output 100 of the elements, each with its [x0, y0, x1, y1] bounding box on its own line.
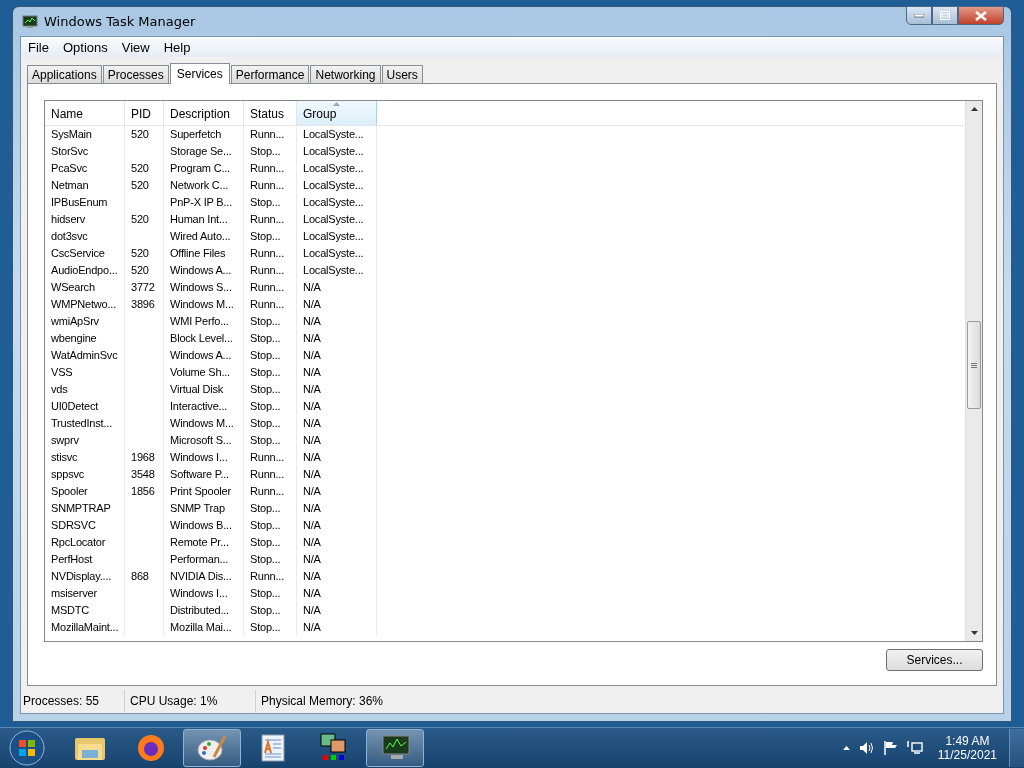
- table-cell: swprv: [51, 434, 79, 446]
- table-cell: Runn...: [250, 485, 285, 497]
- table-cell: N/A: [303, 281, 321, 293]
- table-cell: Print Spooler: [170, 485, 231, 497]
- table-cell: Netman: [51, 179, 89, 191]
- table-cell: Stop...: [250, 383, 281, 395]
- table-cell: AudioEndpo...: [51, 264, 118, 276]
- table-cell: 520: [131, 264, 149, 276]
- table-cell: WMI Perfo...: [170, 315, 229, 327]
- table-cell: LocalSyste...: [303, 179, 364, 191]
- window-title: Windows Task Manager: [44, 14, 196, 29]
- table-cell: UI0Detect: [51, 400, 99, 412]
- speaker-icon[interactable]: [858, 741, 875, 755]
- column-header[interactable]: Description: [164, 101, 244, 125]
- flag-icon[interactable]: [883, 741, 898, 755]
- table-cell: N/A: [303, 502, 321, 514]
- menu-item[interactable]: File: [23, 39, 54, 55]
- menu-item[interactable]: View: [116, 39, 155, 55]
- table-cell: msiserver: [51, 587, 97, 599]
- menu-item[interactable]: Options: [57, 39, 113, 55]
- palette-icon: [196, 733, 228, 763]
- table-cell: Stop...: [250, 519, 281, 531]
- table-cell: SDRSVC: [51, 519, 96, 531]
- clock[interactable]: 1:49 AM 11/25/2021: [931, 734, 1003, 762]
- table-cell: LocalSyste...: [303, 247, 364, 259]
- sort-arrow-icon: [333, 102, 340, 106]
- table-cell: Stop...: [250, 587, 281, 599]
- table-cell: Stop...: [250, 434, 281, 446]
- tab[interactable]: Networking: [310, 65, 381, 83]
- table-cell: LocalSyste...: [303, 128, 364, 140]
- maximize-button[interactable]: [932, 6, 958, 25]
- tab[interactable]: Performance: [230, 65, 310, 83]
- table-cell: N/A: [303, 587, 321, 599]
- table-cell: WatAdminSvc: [51, 349, 118, 361]
- table-cell: Volume Sh...: [170, 366, 230, 378]
- table-cell: SNMP Trap: [170, 502, 225, 514]
- table-cell: Runn...: [250, 179, 285, 191]
- table-cell: 1856: [131, 485, 155, 497]
- table-cell: N/A: [303, 553, 321, 565]
- table-cell: N/A: [303, 570, 321, 582]
- tab[interactable]: Applications: [27, 65, 102, 83]
- table-cell: Runn...: [250, 264, 285, 276]
- minimize-button[interactable]: [906, 6, 932, 25]
- tab[interactable]: Processes: [102, 65, 169, 83]
- table-cell: Stop...: [250, 621, 281, 633]
- scrollbar-thumb[interactable]: [967, 321, 981, 409]
- table-cell: N/A: [303, 468, 321, 480]
- services-button[interactable]: Services...: [886, 649, 983, 671]
- table-cell: Stop...: [250, 315, 281, 327]
- status-text: Physical Memory: 36%: [261, 694, 384, 708]
- network-icon[interactable]: [906, 741, 923, 755]
- column-header[interactable]: Name: [45, 101, 125, 125]
- table-cell: TrustedInst...: [51, 417, 112, 429]
- table-cell: WMPNetwo...: [51, 298, 117, 310]
- table-cell: N/A: [303, 349, 321, 361]
- tab[interactable]: Services: [169, 63, 230, 84]
- start-button[interactable]: [8, 729, 46, 767]
- table-cell: Runn...: [250, 247, 285, 259]
- table-cell: N/A: [303, 451, 321, 463]
- table-cell: 1968: [131, 451, 155, 463]
- close-button[interactable]: [958, 6, 1004, 25]
- vertical-scrollbar[interactable]: [965, 101, 982, 641]
- table-cell: Stop...: [250, 145, 281, 157]
- table-cell: Windows B...: [170, 519, 232, 531]
- table-cell: hidserv: [51, 213, 86, 225]
- table-cell: Stop...: [250, 553, 281, 565]
- taskbar-button[interactable]: [366, 729, 424, 767]
- table-cell: N/A: [303, 536, 321, 548]
- table-cell: Runn...: [250, 281, 285, 293]
- table-cell: Remote Pr...: [170, 536, 229, 548]
- table-cell: N/A: [303, 366, 321, 378]
- table-cell: stisvc: [51, 451, 78, 463]
- table-cell: N/A: [303, 485, 321, 497]
- table-cell: LocalSyste...: [303, 213, 364, 225]
- table-cell: wbengine: [51, 332, 97, 344]
- table-cell: LocalSyste...: [303, 162, 364, 174]
- scroll-down-icon[interactable]: [970, 631, 978, 635]
- table-cell: VSS: [51, 366, 73, 378]
- table-cell: Stop...: [250, 349, 281, 361]
- monitor-chart-icon: [22, 14, 38, 29]
- menu-item[interactable]: Help: [158, 39, 196, 55]
- table-cell: 520: [131, 128, 149, 140]
- table-cell: 520: [131, 179, 149, 191]
- table-cell: Mozilla Mai...: [170, 621, 232, 633]
- table-cell: Runn...: [250, 570, 285, 582]
- table-cell: Stop...: [250, 196, 281, 208]
- column-header[interactable]: Group: [297, 101, 377, 125]
- table-cell: MozillaMaint...: [51, 621, 119, 633]
- table-cell: Windows I...: [170, 451, 228, 463]
- table-cell: StorSvc: [51, 145, 89, 157]
- table-cell: N/A: [303, 315, 321, 327]
- taskbar-button[interactable]: [183, 729, 241, 767]
- status-text: Processes: 55: [23, 694, 100, 708]
- column-header[interactable]: PID: [125, 101, 164, 125]
- table-cell: 520: [131, 247, 149, 259]
- table-cell: Stop...: [250, 400, 281, 412]
- show-hidden-icons-icon[interactable]: [842, 746, 850, 750]
- scroll-up-icon[interactable]: [970, 107, 978, 111]
- table-cell: Network C...: [170, 179, 229, 191]
- tab[interactable]: Users: [381, 65, 423, 83]
